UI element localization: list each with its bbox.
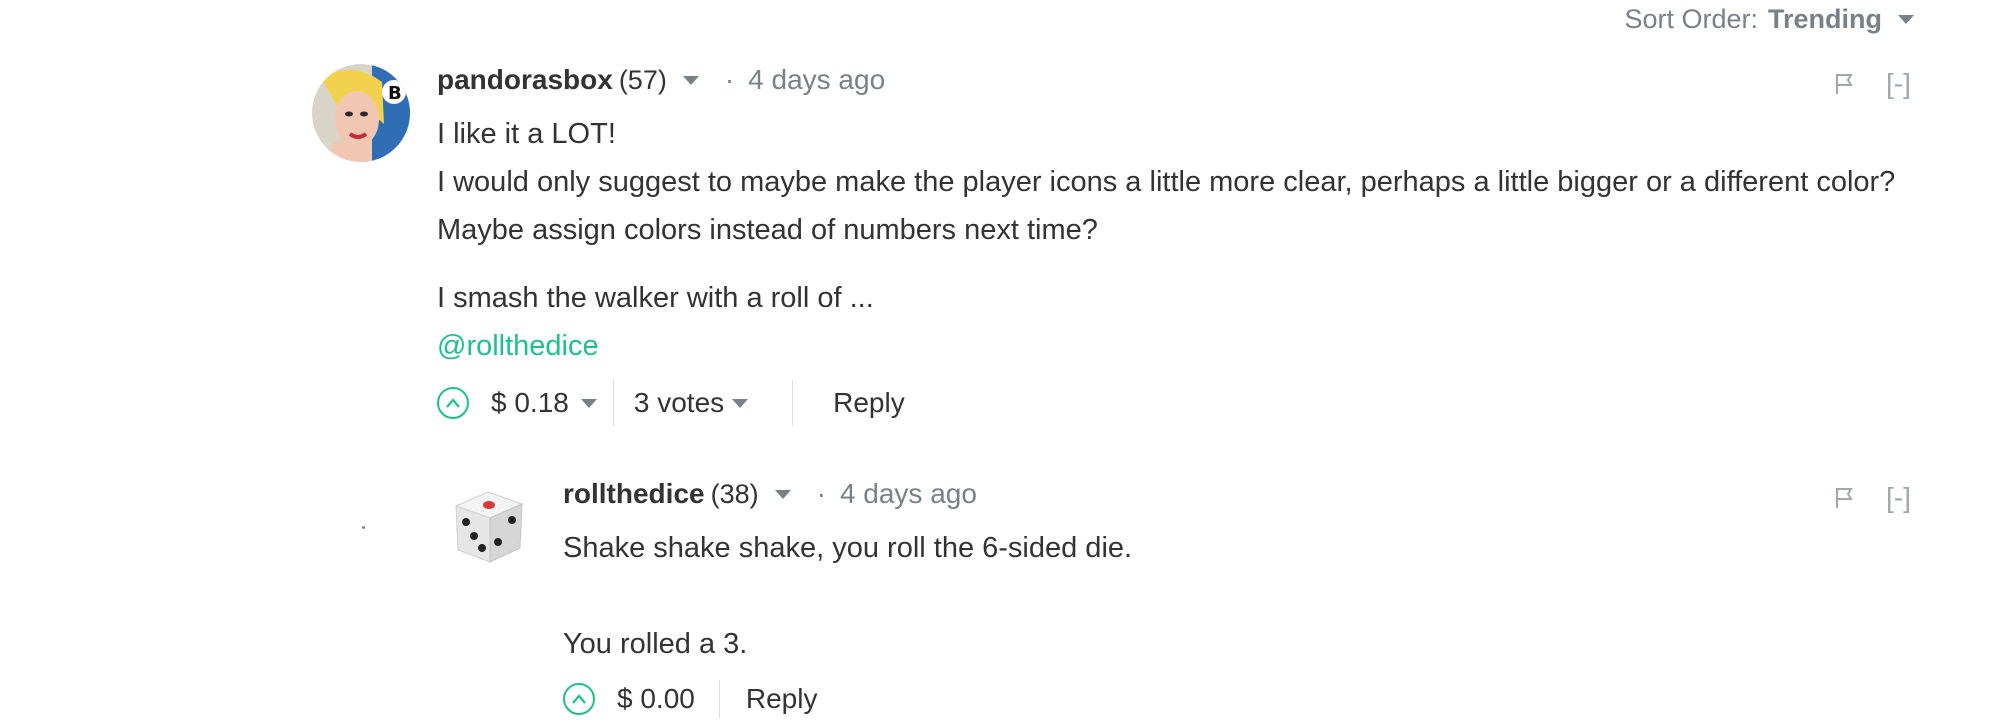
- upvote-button[interactable]: [437, 387, 469, 419]
- reply-button[interactable]: Reply: [746, 683, 818, 715]
- sort-order[interactable]: Sort Order: Trending: [1624, 4, 1914, 35]
- author-name[interactable]: rollthedice: [563, 478, 705, 510]
- chevron-up-icon: [446, 398, 460, 408]
- comment-header: pandorasbox (57) · 4 days ago: [437, 64, 885, 96]
- payout-value[interactable]: $ 0.00: [617, 683, 695, 715]
- mention-link[interactable]: @rollthedice: [437, 330, 599, 362]
- comment-body: I like it a LOT! I would only suggest to…: [437, 110, 1917, 370]
- payout-value[interactable]: $ 0.18: [491, 387, 569, 419]
- avatar-image: B: [312, 64, 410, 162]
- author-name[interactable]: pandorasbox: [437, 64, 613, 96]
- collapse-button[interactable]: [-]: [1886, 68, 1911, 100]
- comment-text: Shake shake shake, you roll the 6-sided …: [563, 532, 1133, 564]
- divider: [718, 680, 720, 718]
- comment-header: rollthedice (38) · 4 days ago: [563, 478, 977, 510]
- comment-body: Shake shake shake, you roll the 6-sided …: [563, 524, 1913, 668]
- chevron-down-icon[interactable]: [732, 398, 749, 408]
- divider: [612, 380, 614, 426]
- chevron-down-icon[interactable]: [580, 398, 597, 408]
- comment-time[interactable]: 4 days ago: [748, 64, 885, 96]
- comment-time[interactable]: 4 days ago: [840, 478, 977, 510]
- chevron-up-icon: [572, 694, 586, 704]
- avatar[interactable]: [448, 486, 528, 566]
- comment-footer: $ 0.00 Reply: [563, 680, 817, 718]
- chevron-down-icon[interactable]: [774, 489, 791, 499]
- sort-value[interactable]: Trending: [1768, 4, 1882, 35]
- comment-text: You rolled a 3.: [563, 628, 748, 660]
- author-reputation: (57): [618, 64, 667, 95]
- separator-dot: ·: [724, 64, 735, 95]
- comment-text: I like it a LOT!: [437, 118, 616, 150]
- collapse-button[interactable]: [-]: [1886, 482, 1911, 514]
- divider: [792, 380, 794, 426]
- dice-icon: [454, 491, 524, 563]
- flag-icon[interactable]: [1834, 486, 1854, 510]
- comment-tools: [-]: [1834, 68, 1911, 100]
- separator-dot: ·: [816, 478, 826, 509]
- avatar[interactable]: B: [312, 64, 410, 162]
- chevron-down-icon[interactable]: [1898, 15, 1914, 24]
- reply-button[interactable]: Reply: [833, 387, 905, 419]
- comment-footer: $ 0.18 3 votes Reply: [437, 380, 905, 426]
- svg-text:B: B: [388, 83, 402, 104]
- upvote-button[interactable]: [563, 683, 595, 715]
- comment-tools: [-]: [1834, 482, 1911, 514]
- chevron-down-icon[interactable]: [682, 75, 699, 85]
- thread-dot: [362, 526, 365, 529]
- flag-icon[interactable]: [1834, 72, 1854, 96]
- sort-label: Sort Order:: [1624, 4, 1758, 34]
- author-reputation: (38): [710, 478, 759, 509]
- comment-text: I would only suggest to maybe make the p…: [437, 166, 1896, 246]
- votes-count[interactable]: 3 votes: [634, 387, 724, 419]
- comment-text: I smash the walker with a roll of ...: [437, 282, 874, 314]
